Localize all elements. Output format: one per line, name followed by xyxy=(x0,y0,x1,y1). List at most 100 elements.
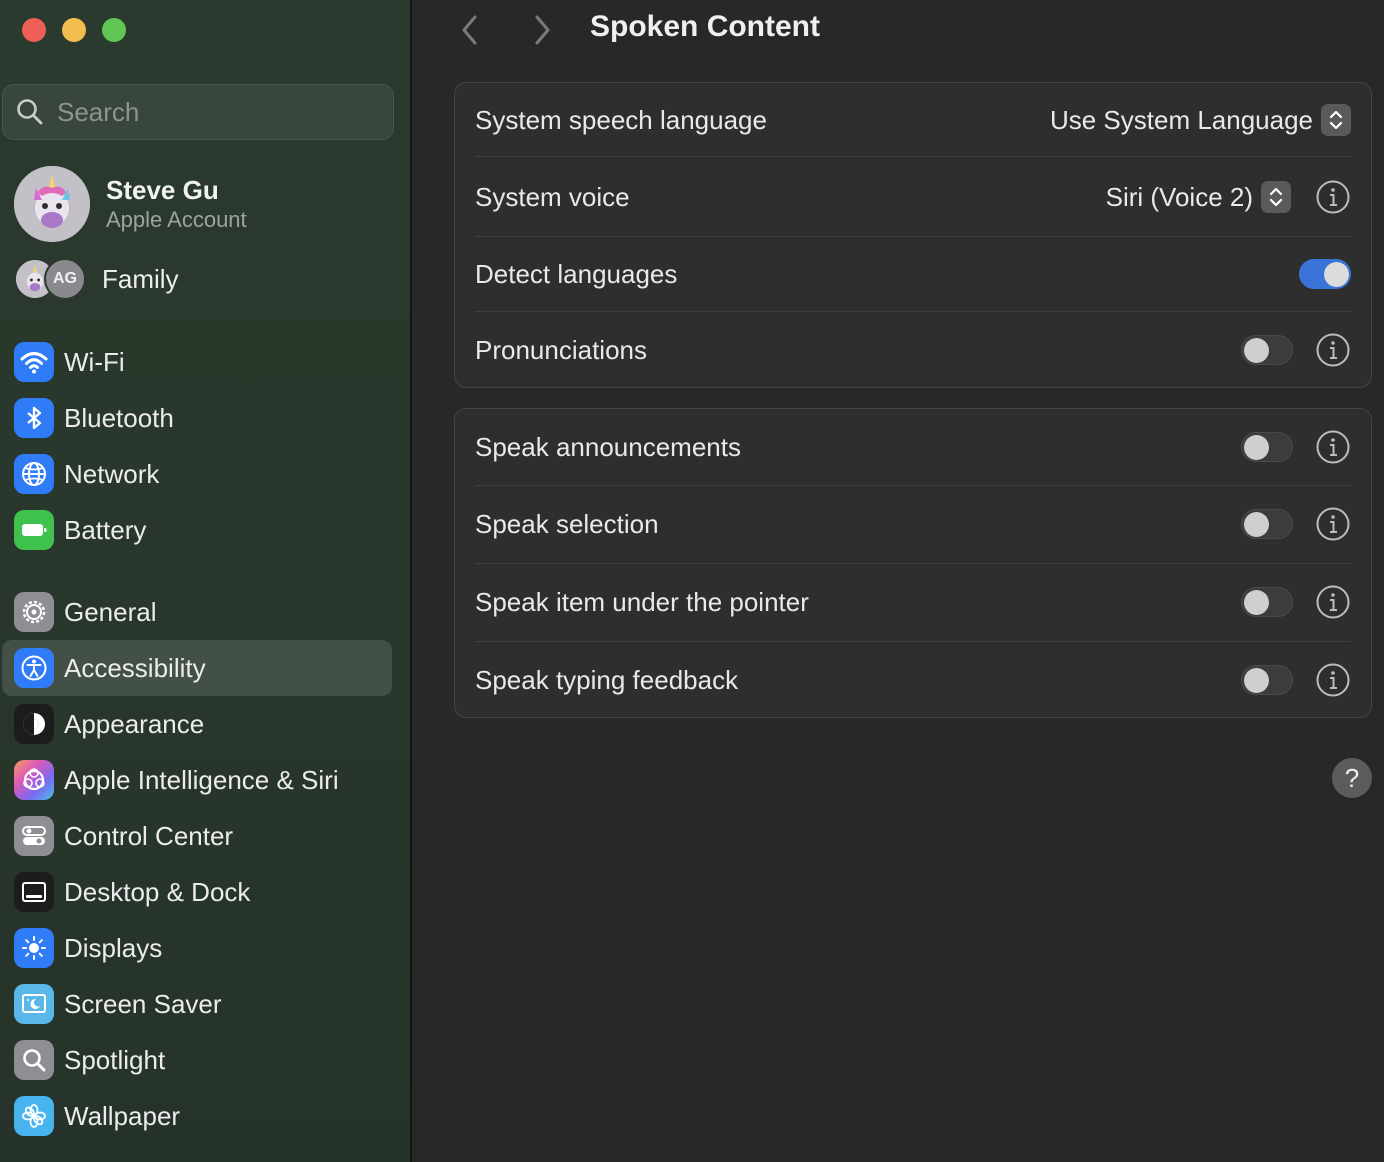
speak-typing-feedback-toggle[interactable] xyxy=(1241,665,1293,695)
family-item[interactable]: AG Family xyxy=(14,258,179,300)
sidebar-item-network[interactable]: Network xyxy=(2,446,392,502)
row-label: Speak typing feedback xyxy=(475,664,739,695)
info-icon xyxy=(1316,507,1350,541)
detect-languages-toggle[interactable] xyxy=(1299,259,1351,289)
appearance-icon xyxy=(14,704,54,744)
sidebar-item-label: Network xyxy=(64,458,160,489)
info-icon xyxy=(1316,430,1350,464)
sidebar-item-spotlight[interactable]: Spotlight xyxy=(2,1032,392,1088)
sidebar-item-label: Appearance xyxy=(64,708,205,739)
back-button[interactable] xyxy=(452,12,488,48)
row-label: Detect languages xyxy=(475,258,678,289)
speak-announcements-toggle[interactable] xyxy=(1241,432,1293,462)
sidebar-item-wallpaper[interactable]: Wallpaper xyxy=(2,1088,392,1144)
sidebar-item-label: General xyxy=(64,596,157,627)
row-label: Pronunciations xyxy=(475,334,647,365)
popup-value: Siri (Voice 2) xyxy=(1105,181,1253,212)
sidebar-item-displays[interactable]: Displays xyxy=(2,920,392,976)
sidebar-item-apple-intelligence-siri[interactable]: Apple Intelligence & Siri xyxy=(2,752,392,808)
account-name: Steve Gu xyxy=(106,175,219,205)
row-label: Speak item under the pointer xyxy=(475,586,809,617)
speak-selection-toggle[interactable] xyxy=(1241,509,1293,539)
speech-settings-group: System speech language Use System Langua… xyxy=(454,82,1372,388)
page-title: Spoken Content xyxy=(590,10,820,43)
speak-item-under-pointer-toggle[interactable] xyxy=(1241,587,1293,617)
close-window-button[interactable] xyxy=(22,18,46,42)
chevron-right-icon xyxy=(535,15,550,45)
sidebar-item-screen-saver[interactable]: Screen Saver xyxy=(2,976,392,1032)
search-field[interactable] xyxy=(2,84,394,140)
info-button[interactable] xyxy=(1315,179,1351,215)
sidebar-item-label: Spotlight xyxy=(64,1044,166,1075)
speak-item-under-pointer-row: Speak item under the pointer xyxy=(475,564,1351,640)
row-label: Speak announcements xyxy=(475,431,741,462)
account-subtitle: Apple Account xyxy=(106,207,247,232)
speak-announcements-row: Speak announcements xyxy=(475,409,1351,485)
sidebar-item-control-center[interactable]: Control Center xyxy=(2,808,392,864)
row-label: Speak selection xyxy=(475,508,659,539)
info-icon xyxy=(1316,180,1350,214)
row-label: System speech language xyxy=(475,104,767,135)
sidebar-item-label: Bluetooth xyxy=(64,402,174,433)
system-voice-row: System voice Siri (Voice 2) xyxy=(475,157,1351,237)
info-button[interactable] xyxy=(1315,429,1351,465)
sidebar-item-general[interactable]: General xyxy=(2,584,392,640)
bluetooth-icon xyxy=(14,398,54,438)
speech-language-popup[interactable]: Use System Language xyxy=(1050,83,1351,157)
siri-icon xyxy=(14,760,54,800)
search-icon xyxy=(17,99,43,125)
pronunciations-row: Pronunciations xyxy=(475,312,1351,388)
battery-icon xyxy=(14,510,54,550)
sidebar-item-label: Control Center xyxy=(64,820,234,851)
sidebar-item-label: Desktop & Dock xyxy=(64,876,251,907)
sidebar-item-appearance[interactable]: Appearance xyxy=(2,696,392,752)
screen-saver-icon xyxy=(14,984,54,1024)
forward-button[interactable] xyxy=(524,12,560,48)
avatar xyxy=(14,166,90,242)
sidebar-item-bluetooth[interactable]: Bluetooth xyxy=(2,390,392,446)
info-button[interactable] xyxy=(1315,662,1351,698)
info-button[interactable] xyxy=(1315,506,1351,542)
window-controls xyxy=(22,18,126,42)
system-voice-popup[interactable]: Siri (Voice 2) xyxy=(1106,181,1291,213)
apple-account[interactable]: Steve Gu Apple Account xyxy=(14,166,247,242)
pronunciations-toggle[interactable] xyxy=(1241,335,1293,365)
info-button[interactable] xyxy=(1315,584,1351,620)
popup-value: Use System Language xyxy=(1049,104,1313,135)
sun-icon xyxy=(14,928,54,968)
accessibility-icon xyxy=(14,648,54,688)
system-speech-language-row: System speech language Use System Langua… xyxy=(475,83,1351,157)
gear-icon xyxy=(14,592,54,632)
speak-settings-group: Speak announcements Speak selection Spea… xyxy=(454,408,1372,718)
sidebar-item-battery[interactable]: Battery xyxy=(2,502,392,558)
minimize-window-button[interactable] xyxy=(62,18,86,42)
sidebar: Steve Gu Apple Account AG Family Wi-Fi B… xyxy=(0,0,412,1162)
info-icon xyxy=(1316,333,1350,367)
sidebar-item-wifi[interactable]: Wi-Fi xyxy=(2,334,392,390)
globe-icon xyxy=(14,454,54,494)
sidebar-item-label: Wi-Fi xyxy=(64,346,125,377)
sidebar-item-accessibility[interactable]: Accessibility xyxy=(2,640,392,696)
speak-selection-row: Speak selection xyxy=(475,486,1351,562)
sidebar-item-label: Wallpaper xyxy=(64,1100,181,1131)
control-center-icon xyxy=(14,816,54,856)
magnifier-icon xyxy=(14,1040,54,1080)
search-input[interactable] xyxy=(57,96,357,128)
info-icon xyxy=(1316,585,1350,619)
sidebar-item-label: Displays xyxy=(64,932,163,963)
family-member-initials: AG xyxy=(44,258,86,300)
speak-typing-feedback-row: Speak typing feedback xyxy=(475,642,1351,718)
sidebar-item-label: Battery xyxy=(64,514,147,545)
sidebar-item-label: Apple Intelligence & Siri xyxy=(64,764,339,795)
sidebar-item-label: Accessibility xyxy=(64,652,206,683)
family-label: Family xyxy=(102,263,179,294)
toolbar: Spoken Content xyxy=(414,0,1384,60)
chevron-left-icon xyxy=(462,15,477,45)
sidebar-item-desktop-dock[interactable]: Desktop & Dock xyxy=(2,864,392,920)
info-button[interactable] xyxy=(1315,332,1351,368)
chevron-up-down-icon xyxy=(1321,104,1351,136)
dock-icon xyxy=(14,872,54,912)
help-button[interactable]: ? xyxy=(1332,758,1372,798)
zoom-window-button[interactable] xyxy=(102,18,126,42)
sidebar-item-label: Screen Saver xyxy=(64,988,222,1019)
